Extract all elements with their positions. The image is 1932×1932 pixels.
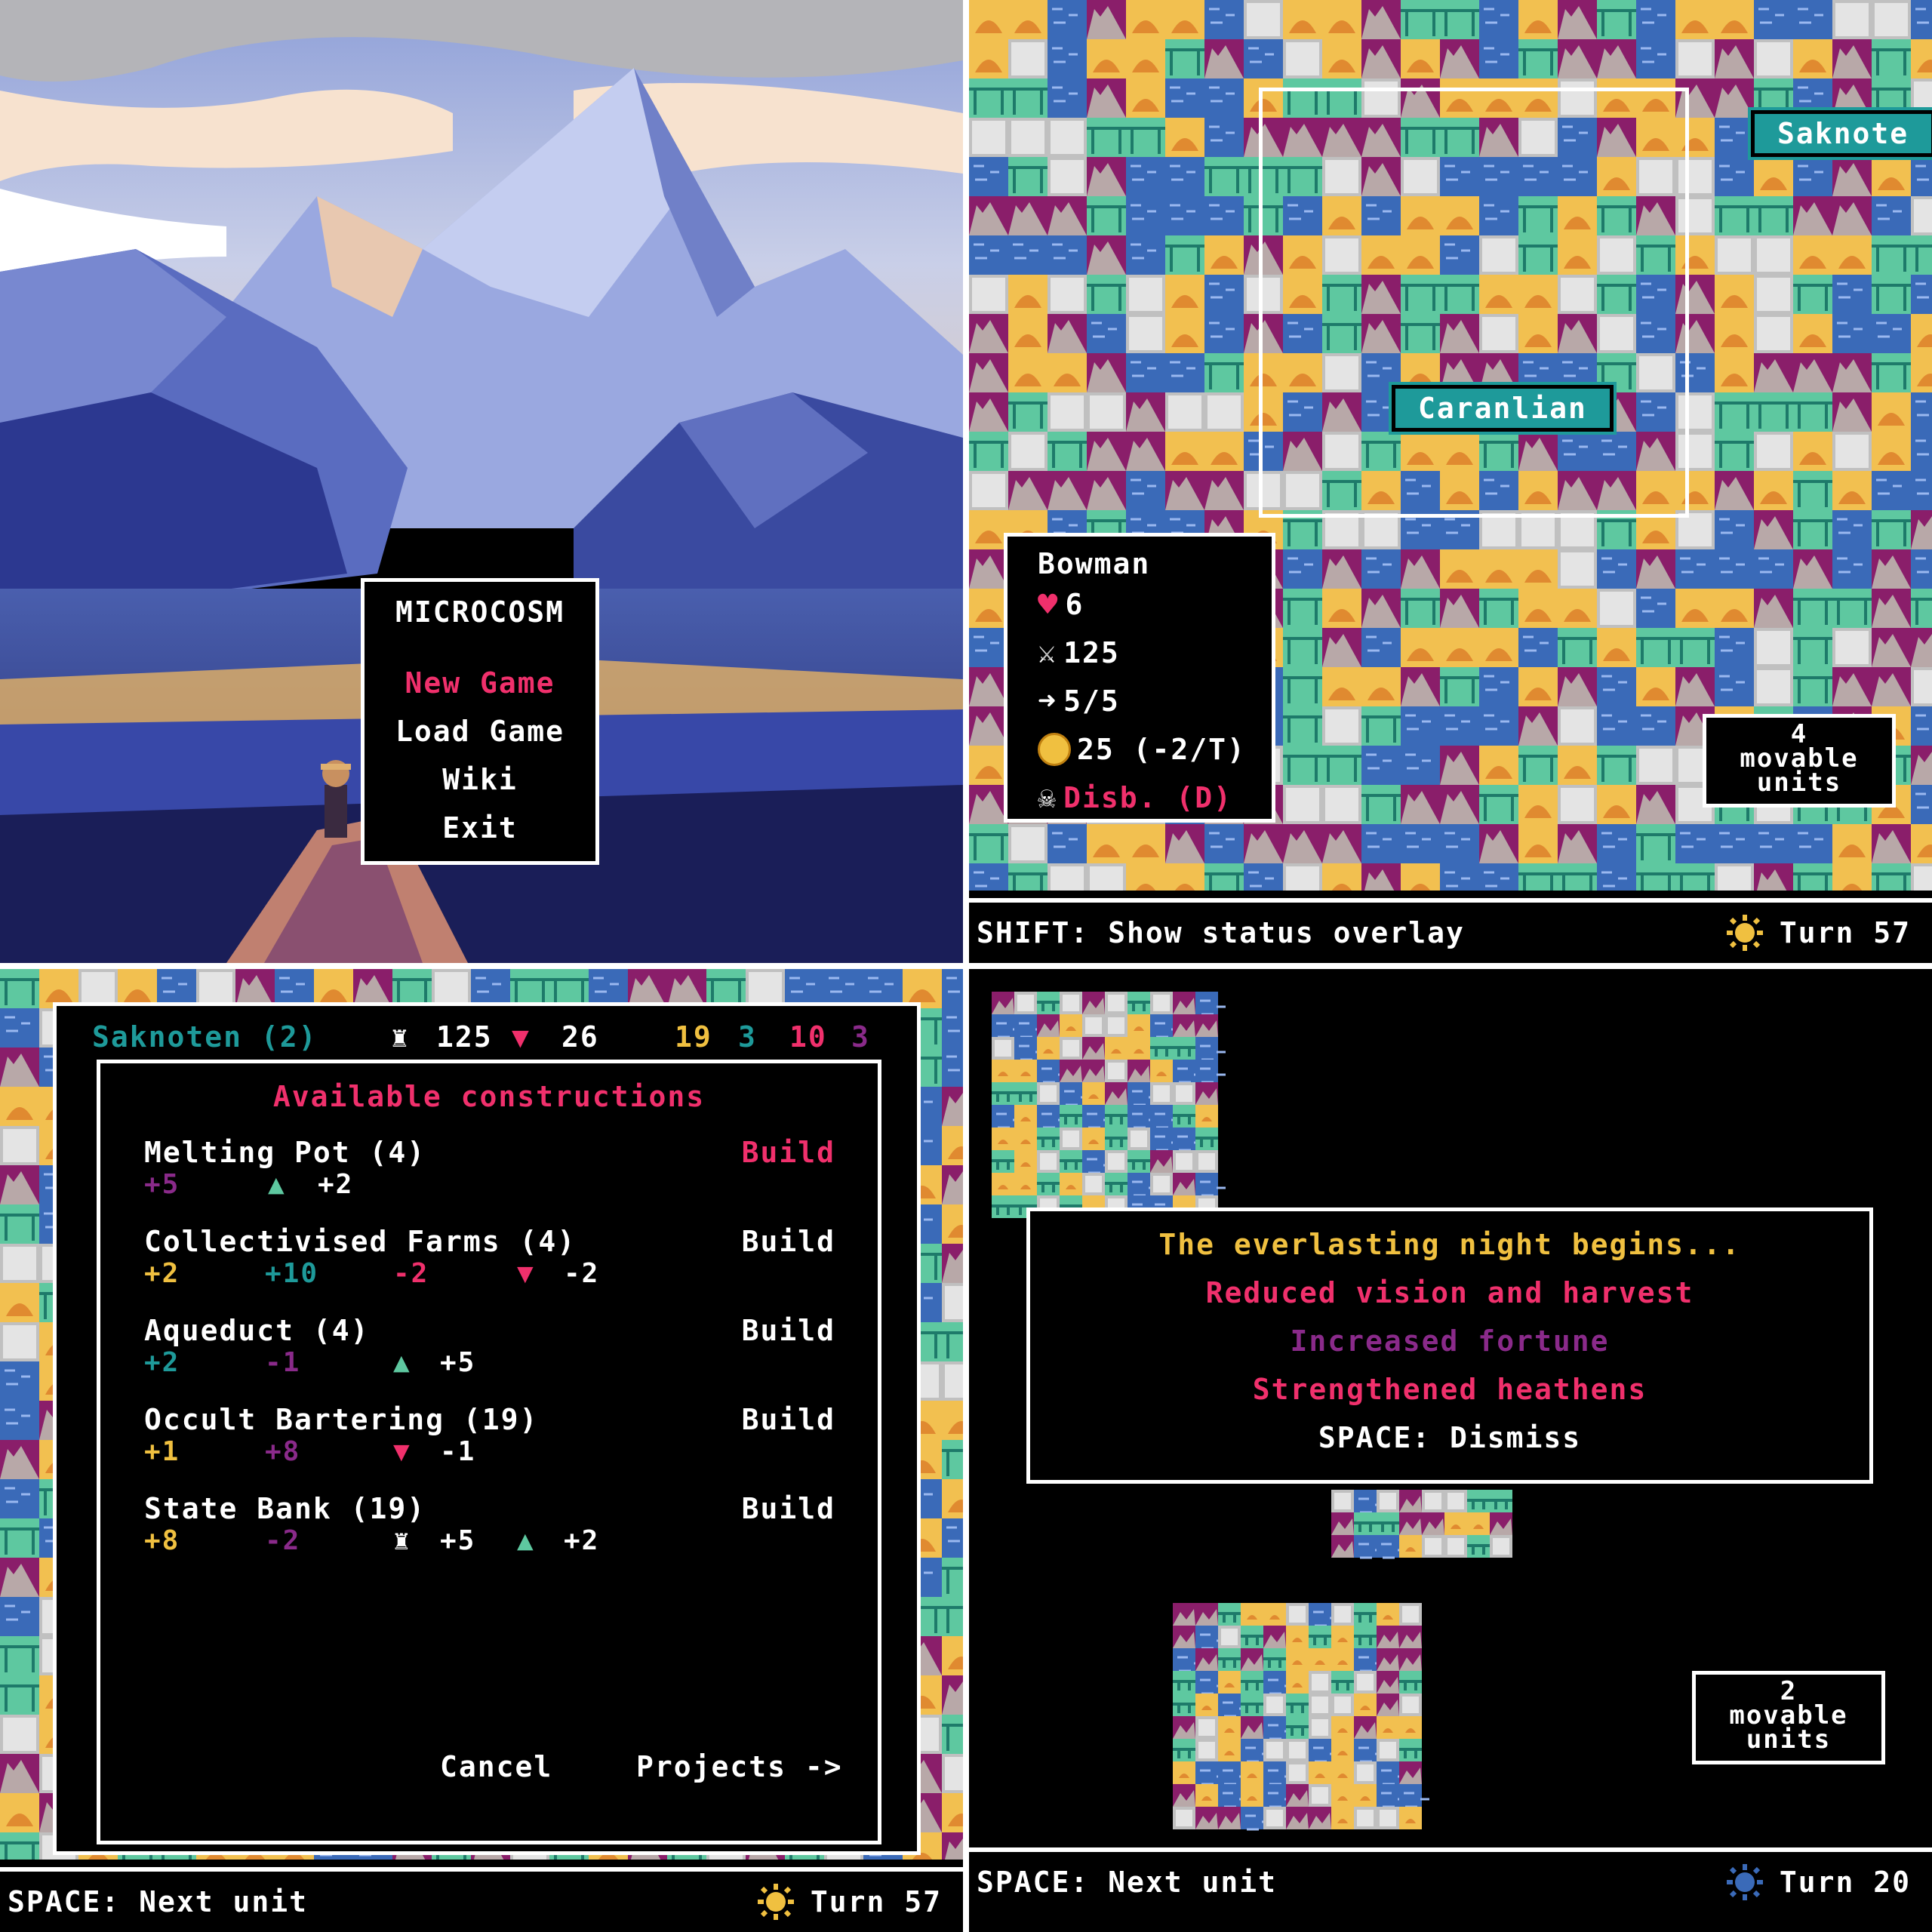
status-bar: SHIFT: Show status overlay Turn 57 — [969, 898, 1932, 963]
unit-attack-row: ⚔ 125 — [1038, 635, 1120, 670]
sword-icon: ⚔ — [1038, 635, 1058, 670]
coin-icon — [1038, 733, 1071, 766]
sun-icon — [1727, 915, 1763, 951]
night-event-panel: The everlasting night begins... Reduced … — [969, 969, 1932, 1932]
key-hint: SPACE: Next unit — [8, 1885, 309, 1918]
dismiss-hint[interactable]: SPACE: Dismiss — [1030, 1421, 1869, 1454]
menu-wiki[interactable]: Wiki — [365, 763, 595, 796]
event-effect-vision: Reduced vision and harvest — [1205, 1276, 1694, 1309]
civ-name: Saknoten (2) — [92, 1020, 318, 1054]
military-icon: ♜ — [391, 1020, 410, 1054]
building-effects: +8 -2 ♜ +5 ▲ +2 — [144, 1525, 600, 1556]
unit-gold-row: 25 (-2/T) — [1038, 731, 1246, 768]
thumbs-up-icon: ▲ — [393, 1347, 411, 1378]
thumbs-up-icon: ▲ — [517, 1525, 535, 1556]
key-hint: SPACE: Next unit — [977, 1866, 1278, 1899]
military-value: 125 — [436, 1020, 493, 1054]
constructions-view-panel: Saknoten (2) ♜ 125 ▼ 26 19 3 10 3 Availa… — [0, 969, 963, 1932]
sun-icon — [1727, 1864, 1763, 1900]
territory-border — [1259, 88, 1689, 518]
soldier-icon: ♜ — [393, 1525, 411, 1556]
build-button[interactable]: Build — [742, 1492, 835, 1525]
thumbs-down-icon: ▼ — [512, 1020, 531, 1054]
city-label-caranlian[interactable]: Caranlian — [1392, 385, 1614, 432]
event-dialog: The everlasting night begins... Reduced … — [1026, 1208, 1873, 1484]
building-row: Collectivised Farms (4) Build +2 +10 -2 … — [144, 1225, 835, 1293]
movable-units-counter: 4 movable units — [1703, 714, 1896, 808]
thumbs-up-icon: ▲ — [268, 1169, 286, 1200]
build-button[interactable]: Build — [742, 1225, 835, 1258]
unit-moves-row: ➜ 5/5 — [1038, 684, 1120, 718]
thumbs-down-icon: ▼ — [393, 1436, 411, 1467]
map-view-panel: Saknote Caranlian Bowman ♥ 6 ⚔ 125 ➜ 5/5… — [969, 0, 1932, 963]
status-bar: SPACE: Next unit Turn 20 — [969, 1847, 1932, 1932]
stat-c-value: 10 — [789, 1020, 827, 1054]
key-hint: SHIFT: Show status overlay — [977, 916, 1465, 949]
menu-exit[interactable]: Exit — [365, 811, 595, 844]
game-title: MICROCOSM — [395, 595, 565, 629]
unit-name: Bowman — [1038, 547, 1151, 580]
stat-d-value: 3 — [851, 1020, 870, 1054]
building-effects: +2 -1 ▲ +5 — [144, 1347, 476, 1378]
event-title: The everlasting night begins... — [1158, 1228, 1741, 1261]
city-label-saknote[interactable]: Saknote — [1751, 110, 1932, 157]
main-menu: MICROCOSM New Game Load Game Wiki Exit — [361, 578, 599, 865]
building-row: State Bank (19) Build +8 -2 ♜ +5 ▲ +2 — [144, 1492, 835, 1560]
cancel-button[interactable]: Cancel — [440, 1750, 552, 1783]
event-effect-heathens: Strengthened heathens — [1252, 1373, 1647, 1406]
turn-counter: Turn 57 — [1779, 916, 1911, 949]
constructions-dialog: Available constructions Melting Pot (4) … — [97, 1060, 881, 1844]
stat-a-value: 19 — [675, 1020, 712, 1054]
stat-b-value: 3 — [738, 1020, 757, 1054]
unit-disband-row[interactable]: ☠ Disb. (D) — [1038, 780, 1232, 816]
menu-new-game[interactable]: New Game — [365, 666, 595, 700]
building-row: Aqueduct (4) Build +2 -1 ▲ +5 — [144, 1314, 835, 1382]
unit-health-row: ♥ 6 — [1038, 585, 1084, 624]
civ-status-bar: Saknoten (2) ♜ 125 ▼ 26 19 3 10 3 — [59, 1011, 912, 1064]
panel-divider — [0, 963, 1932, 969]
movable-units-counter: 2 movable units — [1692, 1671, 1885, 1764]
event-effect-fortune: Increased fortune — [1290, 1324, 1610, 1358]
constructions-header: Available constructions — [272, 1080, 706, 1113]
build-button[interactable]: Build — [742, 1403, 835, 1436]
building-effects: +1 +8 ▼ -1 — [144, 1436, 476, 1467]
turn-counter: Turn 57 — [810, 1885, 942, 1918]
building-effects: +5 ▲ +2 — [144, 1169, 354, 1200]
projects-button[interactable]: Projects -> — [636, 1750, 843, 1783]
title-screen-panel: MICROCOSM New Game Load Game Wiki Exit — [0, 0, 963, 963]
arrow-right-icon: ➜ — [1038, 684, 1058, 718]
thumbs-down-icon: ▼ — [517, 1258, 535, 1289]
unhappy-value: 26 — [561, 1020, 599, 1054]
building-effects: +2 +10 -2 ▼ -2 — [144, 1258, 600, 1289]
unit-info-panel: Bowman ♥ 6 ⚔ 125 ➜ 5/5 25 (-2/T) ☠ Disb.… — [1004, 533, 1275, 823]
skull-icon: ☠ — [1038, 780, 1058, 815]
sun-icon — [758, 1884, 794, 1920]
building-row: Melting Pot (4) Build +5 ▲ +2 — [144, 1136, 835, 1204]
turn-counter: Turn 20 — [1779, 1866, 1911, 1899]
menu-load-game[interactable]: Load Game — [365, 715, 595, 748]
build-button[interactable]: Build — [742, 1314, 835, 1347]
build-button[interactable]: Build — [742, 1136, 835, 1169]
building-row: Occult Bartering (19) Build +1 +8 ▼ -1 — [144, 1403, 835, 1471]
status-bar: SPACE: Next unit Turn 57 — [0, 1867, 963, 1932]
heart-icon: ♥ — [1038, 585, 1060, 624]
